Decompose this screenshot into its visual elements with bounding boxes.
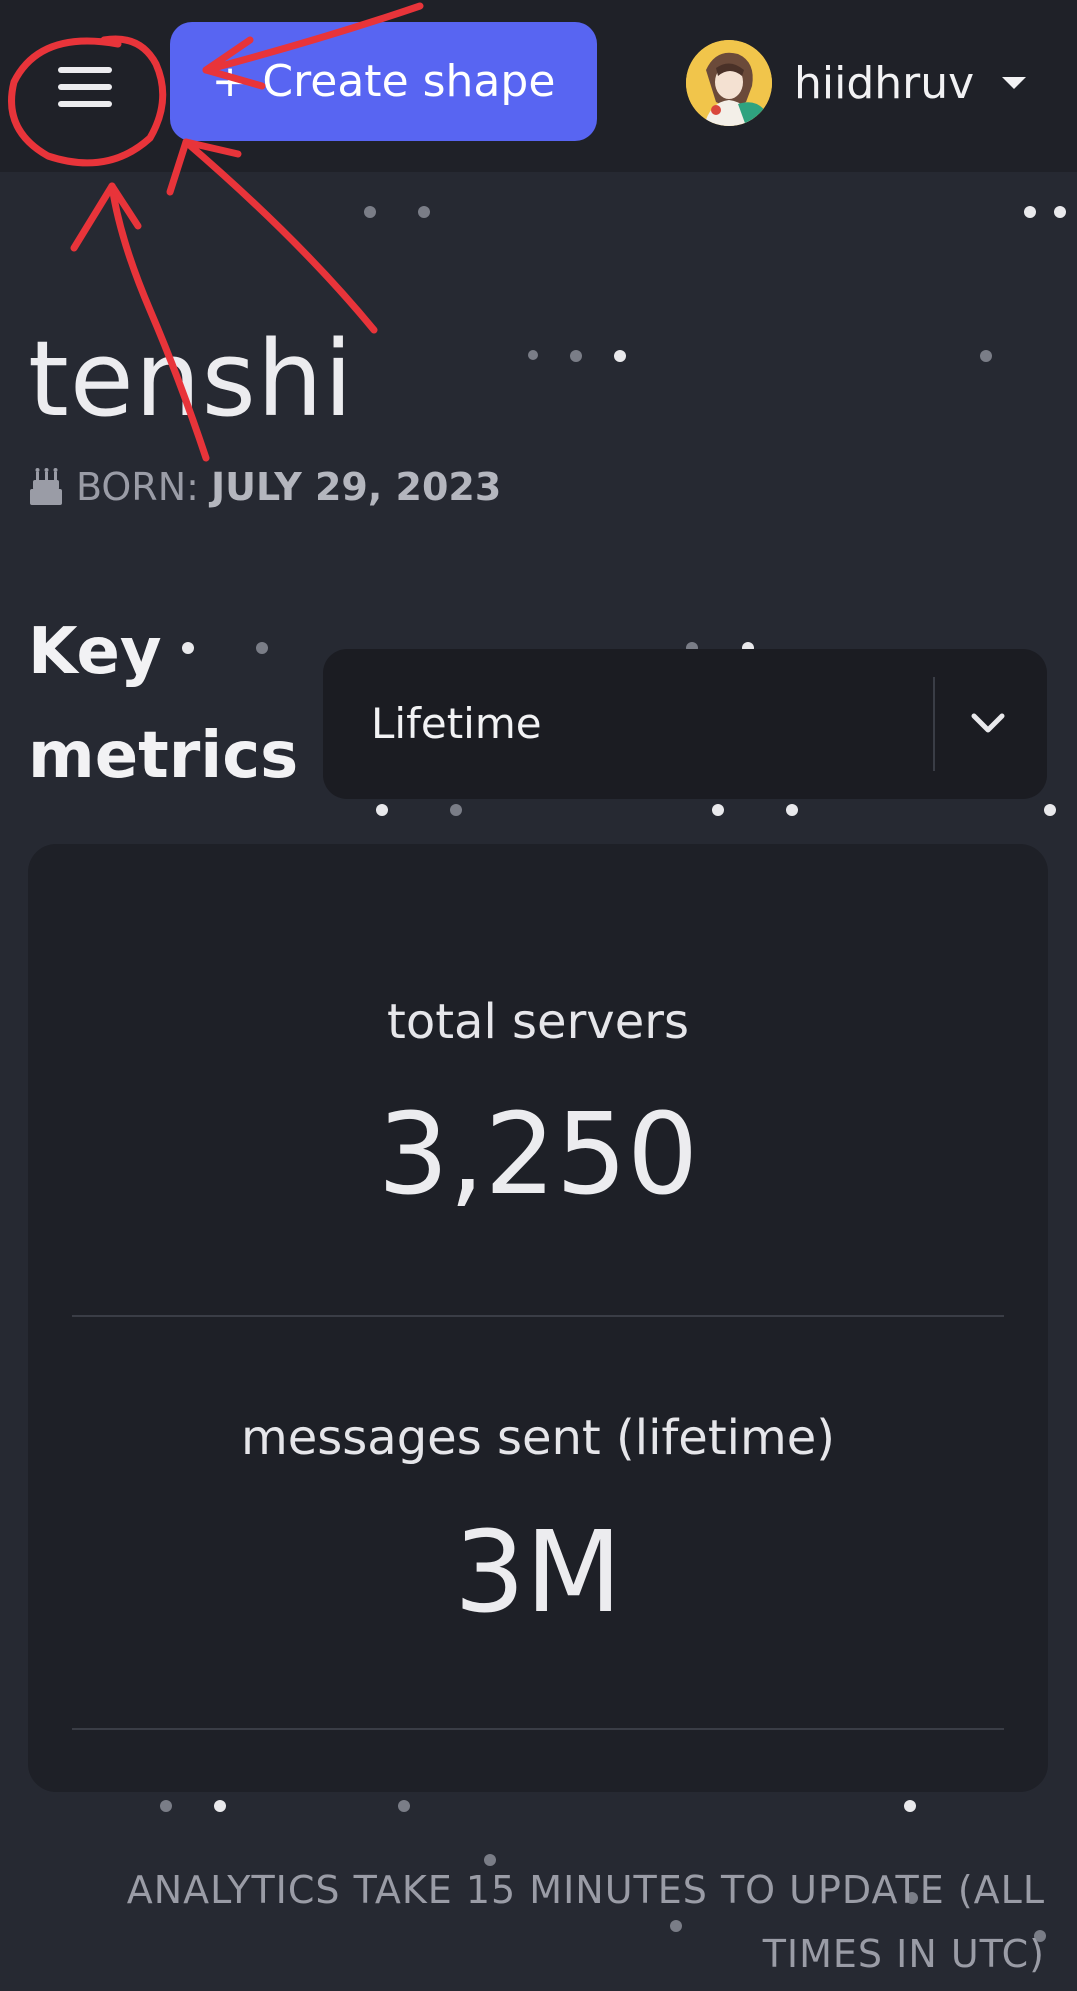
caret-down-icon[interactable] xyxy=(1002,77,1027,89)
born-date-row: BORN: JULY 29, 2023 xyxy=(28,465,501,509)
analytics-footnote: ANALYTICS TAKE 15 MINUTES TO UPDATE (ALL… xyxy=(45,1858,1045,1986)
select-divider xyxy=(933,677,935,771)
create-shape-label: + Create shape xyxy=(211,56,556,107)
create-shape-button[interactable]: + Create shape xyxy=(170,22,597,141)
metric-label-messages-sent: messages sent (lifetime) xyxy=(240,1410,836,1466)
key-metrics-heading-line2: metrics xyxy=(28,719,299,793)
born-date: JULY 29, 2023 xyxy=(210,465,502,509)
chevron-down-icon[interactable] xyxy=(968,708,1008,740)
username: hiidhruv xyxy=(794,57,975,109)
metrics-card: total servers 3,250 messages sent (lifet… xyxy=(28,844,1048,1792)
top-navigation-bar: + Create shape hiidhruv xyxy=(0,0,1077,172)
period-select[interactable]: Lifetime xyxy=(323,649,1047,799)
analytics-footnote-line1: ANALYTICS TAKE 15 MINUTES TO UPDATE (ALL xyxy=(126,1868,1045,1912)
metric-divider xyxy=(72,1728,1004,1730)
key-metrics-heading-line1: Key xyxy=(28,615,162,689)
born-label: BORN: xyxy=(76,465,199,509)
period-select-value: Lifetime xyxy=(371,699,542,748)
hamburger-menu-icon[interactable] xyxy=(40,52,130,122)
metric-divider xyxy=(72,1315,1004,1317)
user-menu[interactable]: hiidhruv xyxy=(686,38,1027,128)
avatar xyxy=(686,40,772,126)
shape-name: tenshi xyxy=(28,318,354,440)
metric-value-messages-sent: 3M xyxy=(454,1508,622,1638)
key-metrics-heading: Key metrics xyxy=(28,600,298,808)
metric-label-total-servers: total servers xyxy=(387,994,689,1050)
metric-value-total-servers: 3,250 xyxy=(377,1090,699,1220)
analytics-footnote-line2: TIMES IN UTC) xyxy=(762,1932,1045,1976)
birthday-cake-icon xyxy=(30,468,62,505)
